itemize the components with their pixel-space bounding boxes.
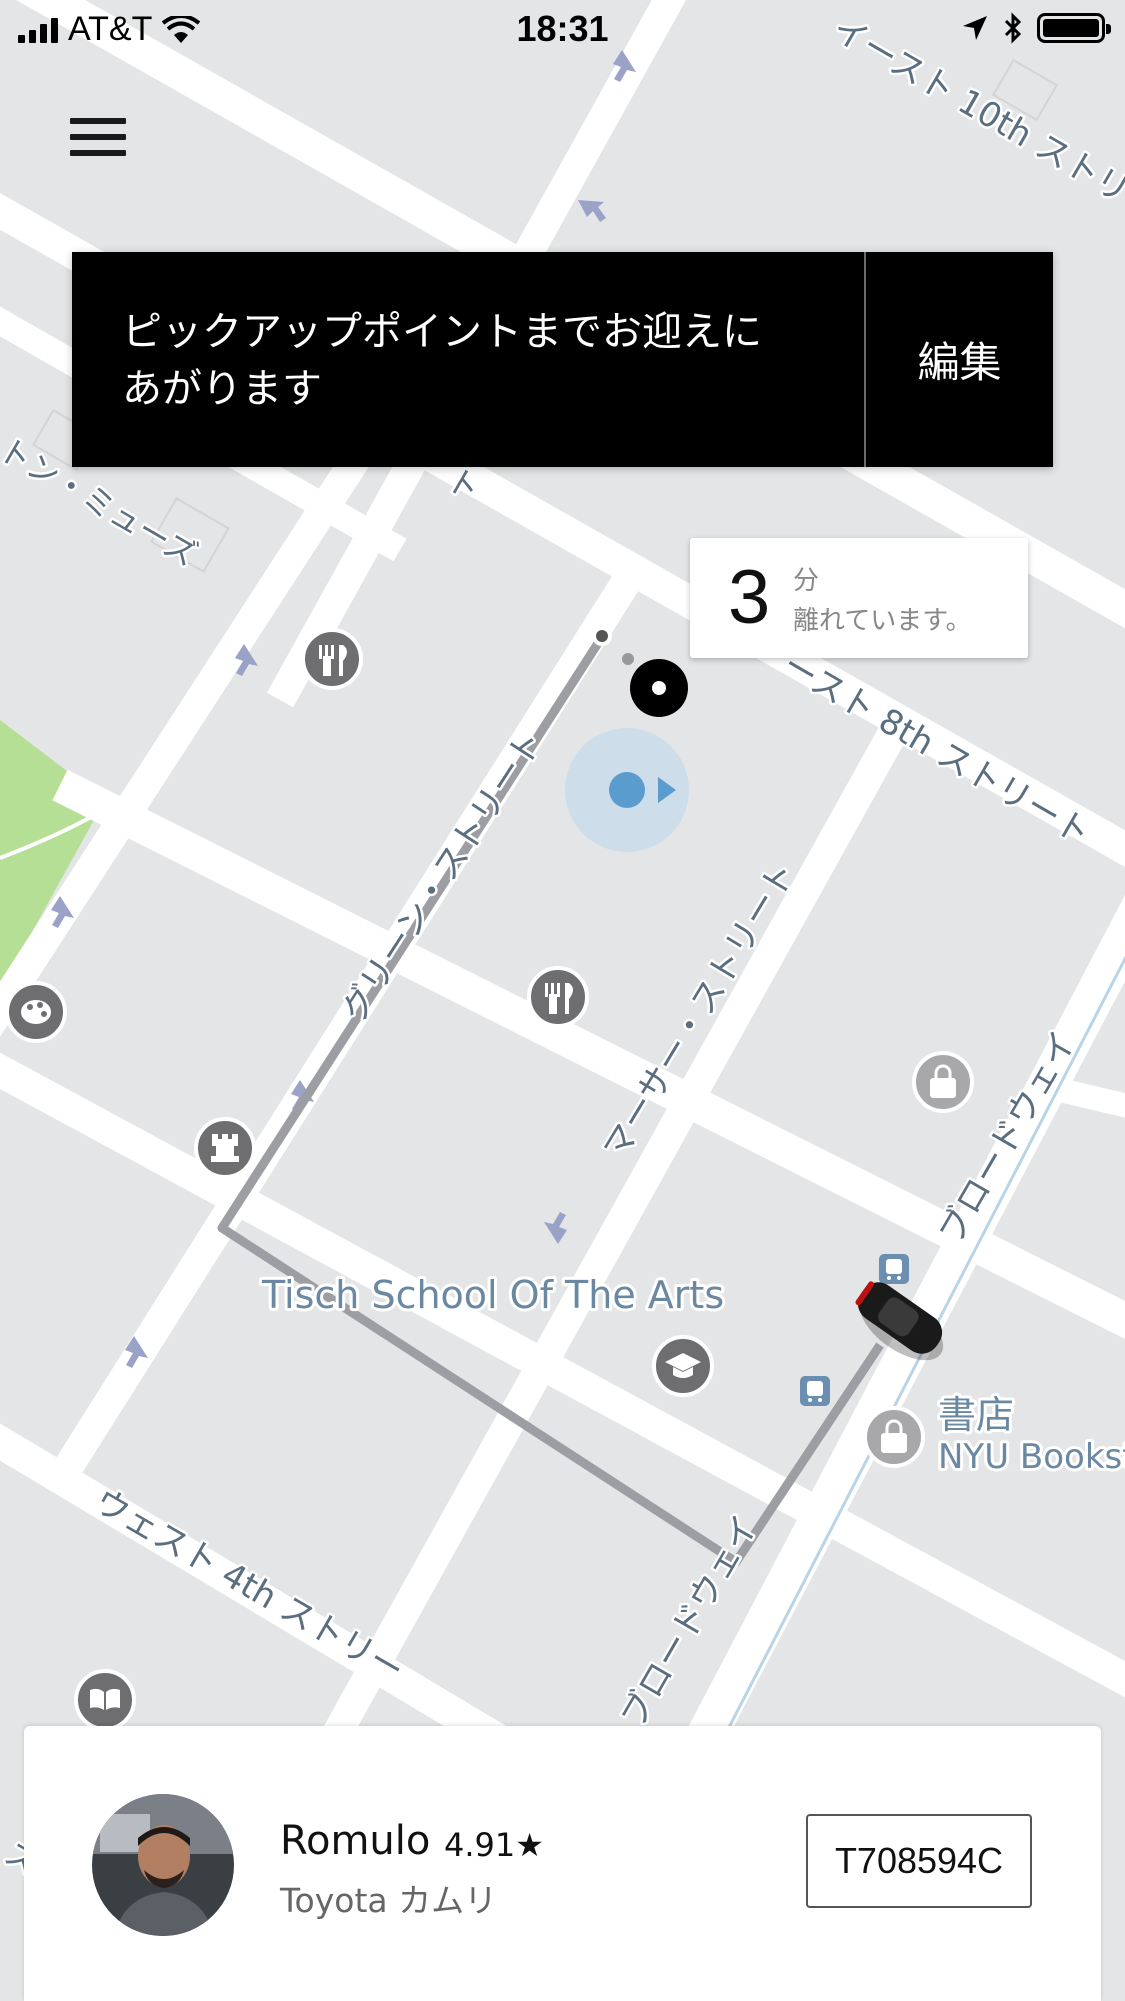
location-arrow-icon bbox=[963, 16, 987, 40]
palette-icon[interactable] bbox=[5, 981, 67, 1043]
bus-stop-icon[interactable] bbox=[879, 1254, 909, 1284]
clock: 18:31 bbox=[516, 8, 609, 49]
status-bar: AT&T 18:31 bbox=[0, 0, 1125, 60]
graduation-cap-icon[interactable] bbox=[652, 1335, 714, 1397]
avatar[interactable] bbox=[92, 1794, 234, 1936]
pickup-banner: ピックアップポイントまでお迎えに あがります 編集 bbox=[72, 252, 1053, 467]
eta-unit: 分 bbox=[793, 566, 820, 596]
place-label-bookstore-jp[interactable]: 書店 bbox=[935, 1390, 1017, 1440]
banner-message: ピックアップポイントまでお迎えに あがります bbox=[72, 252, 864, 467]
car-model: Toyota カムリ bbox=[280, 1881, 498, 1920]
menu-button[interactable] bbox=[70, 118, 126, 166]
shopping-bag-icon[interactable] bbox=[912, 1051, 974, 1113]
bluetooth-icon bbox=[1004, 12, 1022, 44]
eta-card: 3 分 離れています。 bbox=[690, 538, 1028, 658]
eta-minutes: 3 bbox=[728, 555, 771, 640]
place-label-tisch[interactable]: Tisch School Of The Arts bbox=[258, 1270, 727, 1320]
banner-message-line1: ピックアップポイントまでお迎えに bbox=[122, 309, 762, 355]
place-label-bookstore-en[interactable]: NYU Bookst bbox=[935, 1434, 1125, 1480]
driver-name: Romulo bbox=[280, 1818, 431, 1864]
battery-icon bbox=[1037, 13, 1111, 43]
edit-button[interactable]: 編集 bbox=[866, 252, 1053, 467]
book-icon[interactable] bbox=[74, 1669, 136, 1731]
license-plate: T708594C bbox=[806, 1814, 1032, 1908]
eta-text: 離れています。 bbox=[793, 606, 972, 636]
bus-stop-icon[interactable] bbox=[800, 1376, 830, 1406]
pickup-pin-icon bbox=[630, 659, 688, 717]
shopping-bag-icon[interactable] bbox=[863, 1406, 925, 1468]
banner-message-line2: あがります bbox=[122, 366, 322, 412]
restaurant-icon[interactable] bbox=[301, 628, 363, 690]
chess-rook-icon[interactable] bbox=[194, 1117, 256, 1179]
driver-card[interactable]: Romulo 4.91★ Toyota カムリ T708594C bbox=[24, 1726, 1101, 2001]
restaurant-icon[interactable] bbox=[527, 966, 589, 1028]
driver-rating: 4.91★ bbox=[444, 1826, 544, 1864]
